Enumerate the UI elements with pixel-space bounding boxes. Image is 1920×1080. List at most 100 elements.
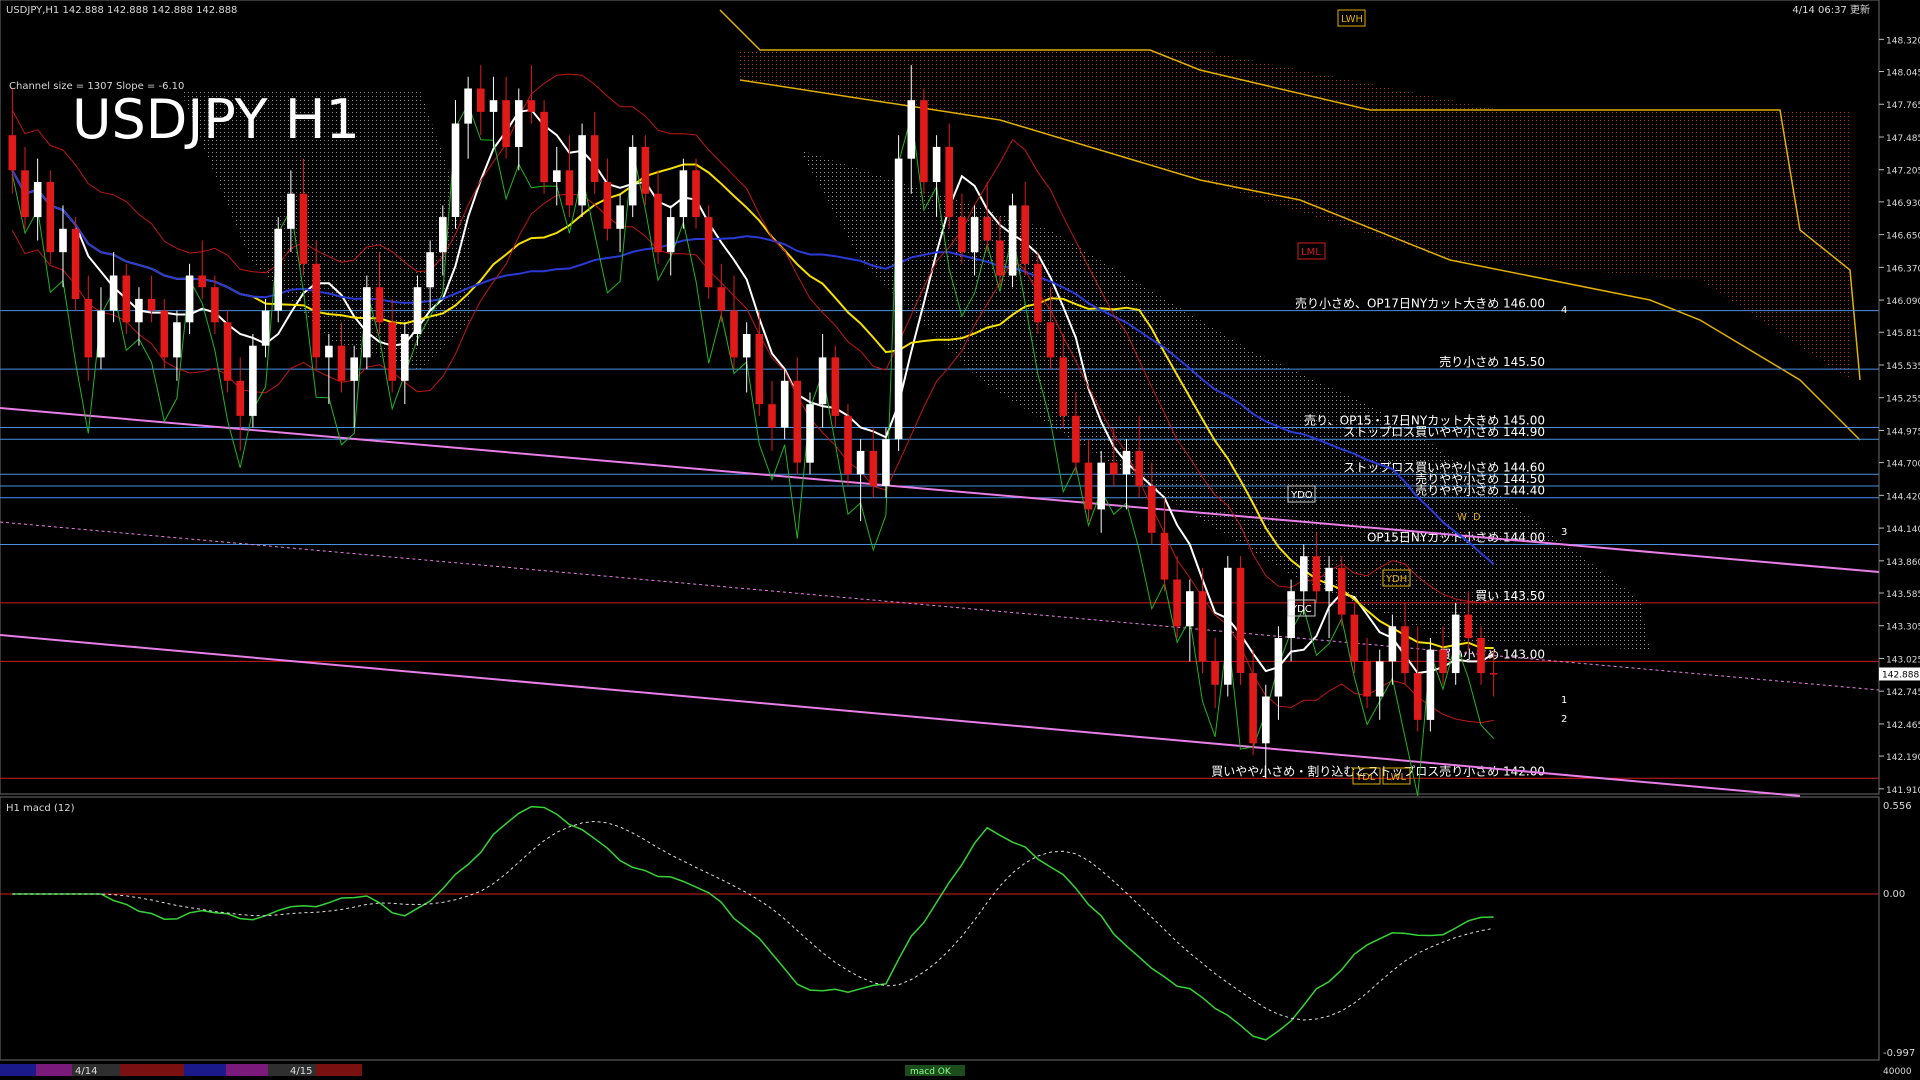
candle-body <box>996 240 1004 276</box>
macd-tag: macd OK <box>910 1067 952 1077</box>
tick-label-10: 145.535 <box>1886 362 1920 372</box>
candle-body <box>641 146 650 194</box>
candle-body <box>704 217 713 288</box>
candle-body <box>1363 661 1371 697</box>
candle-27 <box>350 345 358 428</box>
macd-scale-bottom: -0.997 <box>1883 1048 1915 1059</box>
macd-label: H1 macd (12) <box>6 803 75 814</box>
candle-80 <box>1021 182 1029 276</box>
candle-60 <box>768 380 776 451</box>
candle-body <box>755 334 764 405</box>
candle-body <box>413 287 422 334</box>
macd-line <box>12 805 1494 1041</box>
candle-body <box>1325 567 1333 592</box>
candle-body <box>654 193 662 253</box>
candle-62 <box>793 357 802 475</box>
candle-body <box>21 170 29 218</box>
candle-body <box>1072 415 1080 463</box>
tick-label-8: 146.090 <box>1886 297 1920 307</box>
candle-body <box>97 310 105 358</box>
candle-14 <box>185 263 194 334</box>
candle-body <box>1110 462 1118 475</box>
candle-0 <box>8 88 17 194</box>
candle-98 <box>1249 649 1257 755</box>
candle-5 <box>71 217 80 311</box>
candle-112 <box>1426 638 1435 732</box>
candle-body <box>970 217 979 253</box>
tick-label-3: 147.485 <box>1886 134 1920 144</box>
candle-39 <box>502 76 510 159</box>
candle-body <box>1249 673 1257 744</box>
candle-body <box>958 217 966 253</box>
tick-label-7: 146.370 <box>1886 264 1920 274</box>
candle-body <box>84 298 93 358</box>
candle-52 <box>666 205 675 276</box>
candle-body <box>1046 322 1055 358</box>
candle-31 <box>401 322 409 405</box>
candle-101 <box>1287 579 1295 662</box>
candle-body <box>211 287 219 323</box>
tick-label-6: 146.650 <box>1886 232 1920 242</box>
candle-56 <box>717 263 726 323</box>
candle-body <box>882 439 890 486</box>
candle-body <box>71 228 80 299</box>
candle-95 <box>1211 638 1219 709</box>
candle-body <box>173 322 181 358</box>
candle-body <box>185 275 194 323</box>
candle-3 <box>46 170 55 264</box>
candle-15 <box>198 240 206 299</box>
candle-67 <box>856 439 865 522</box>
macd-panel-frame <box>0 796 1880 1061</box>
candle-36 <box>464 76 472 159</box>
candle-body <box>818 357 827 405</box>
candle-body <box>1413 673 1422 720</box>
candle-body <box>1489 673 1498 675</box>
candle-body <box>780 380 789 428</box>
price-axis: 148.320 148.045 147.765 147.485 147.205 146.9… <box>1879 36 1920 796</box>
candle-96 <box>1224 556 1232 697</box>
candle-109 <box>1388 614 1397 685</box>
date-label-2: 4/15 <box>290 1066 312 1077</box>
marker-ydc: YDC <box>1290 604 1312 615</box>
footer-value: 40000 <box>1883 1067 1912 1077</box>
candle-54 <box>692 158 700 229</box>
date-label-1: 4/14 <box>75 1066 97 1077</box>
candle-46 <box>590 111 599 194</box>
candle-body <box>553 170 561 182</box>
tick-label-4: 147.205 <box>1886 167 1920 177</box>
candle-body <box>1198 591 1207 662</box>
candle-body <box>679 170 688 218</box>
candle-body <box>768 404 776 428</box>
candle-104 <box>1325 556 1333 638</box>
candle-body <box>1034 263 1042 323</box>
candle-body <box>565 170 574 206</box>
candle-body <box>109 275 118 311</box>
candle-body <box>1211 661 1219 685</box>
candle-body <box>122 275 131 323</box>
candle-47 <box>603 158 612 241</box>
candle-body <box>46 182 55 253</box>
candle-body <box>1388 626 1397 662</box>
candle-body <box>249 345 257 416</box>
tick-label-11: 145.255 <box>1886 395 1920 405</box>
level-label-3: ストップロス買いやや小さめ 144.90 <box>1343 425 1545 439</box>
tick-label-22: 142.190 <box>1886 753 1920 763</box>
tick-label-17: 143.585 <box>1886 590 1920 600</box>
candle-79 <box>1008 193 1017 288</box>
timeframe-bar[interactable]: 4/14 4/15 <box>0 1064 362 1077</box>
candle-body <box>628 146 637 206</box>
candle-48 <box>616 193 624 253</box>
tick-label-12: 144.975 <box>1886 427 1920 437</box>
candle-body <box>1084 462 1093 510</box>
candle-body <box>274 228 282 311</box>
candle-body <box>692 170 700 218</box>
candle-body <box>350 357 358 381</box>
candle-body <box>363 287 371 358</box>
tick-label-19: 143.025 <box>1886 655 1920 665</box>
candle-28 <box>363 275 371 370</box>
candle-91 <box>1160 497 1169 592</box>
candle-body <box>451 123 460 217</box>
marker-3: 3 <box>1561 527 1567 538</box>
marker-2: 2 <box>1561 714 1567 725</box>
candle-body <box>489 100 498 112</box>
